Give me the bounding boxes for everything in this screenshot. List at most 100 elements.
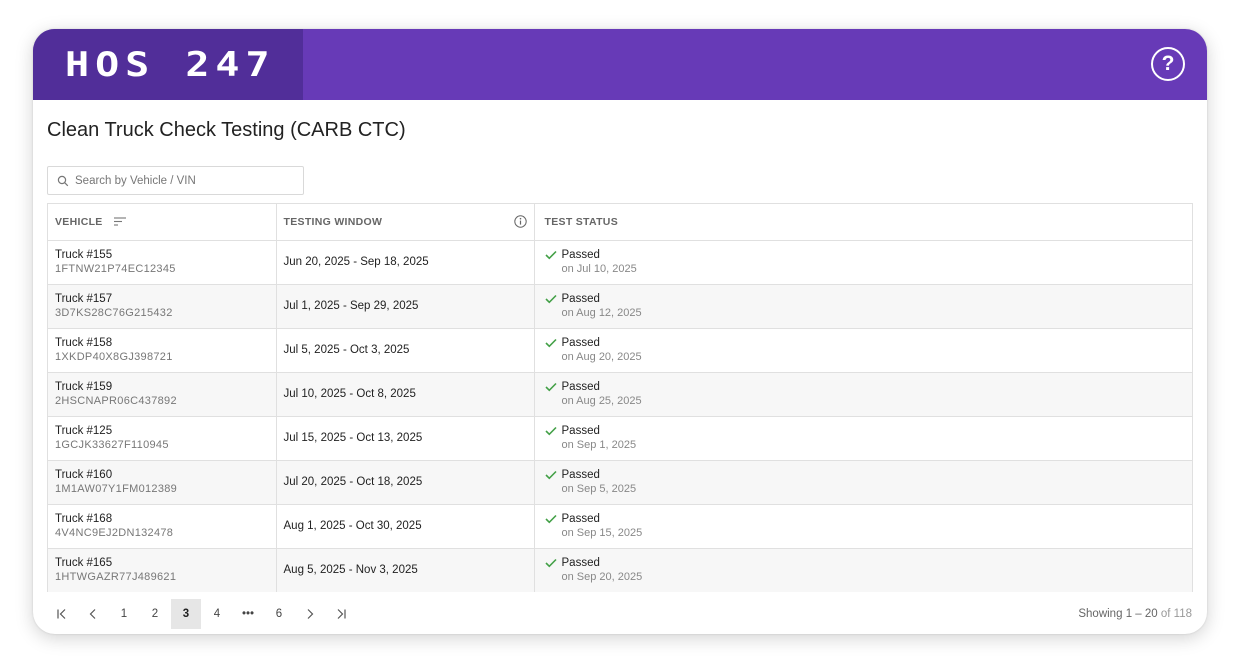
sort-icon[interactable] xyxy=(113,217,126,227)
status-date: on Aug 12, 2025 xyxy=(561,306,642,319)
check-icon xyxy=(544,426,557,435)
vehicle-table: VEHICLE TESTING WINDOW TEST STATUS Truck… xyxy=(47,203,1193,592)
page-number-button[interactable]: 2 xyxy=(140,599,170,629)
table-row[interactable]: Truck #125 1GCJK33627F110945 Jul 15, 202… xyxy=(48,416,1192,461)
showing-range: 1 – 20 xyxy=(1125,608,1158,620)
column-header-testing-window[interactable]: TESTING WINDOW xyxy=(276,204,535,241)
vehicle-vin: 3D7KS28C76G215432 xyxy=(55,306,173,319)
testing-window-cell: Jul 20, 2025 - Oct 18, 2025 xyxy=(276,460,535,505)
test-status-cell: Passed on Aug 12, 2025 xyxy=(534,284,1192,329)
vehicle-name: Truck #155 xyxy=(55,248,113,261)
testing-window-cell: Jul 5, 2025 - Oct 3, 2025 xyxy=(276,328,535,373)
status-label: Passed xyxy=(561,556,600,569)
testing-window: Aug 5, 2025 - Nov 3, 2025 xyxy=(283,564,418,577)
status-date: on Sep 1, 2025 xyxy=(561,438,637,451)
page-number-button[interactable]: 1 xyxy=(109,599,139,629)
vehicle-vin: 1XKDP40X8GJ398721 xyxy=(55,350,173,363)
first-page-icon xyxy=(57,609,66,619)
status-label: Passed xyxy=(561,292,600,305)
status-date: on Sep 15, 2025 xyxy=(561,526,643,539)
status-label: Passed xyxy=(561,424,600,437)
page-number-button[interactable]: 6 xyxy=(264,599,294,629)
last-page-icon xyxy=(337,609,346,619)
vehicle-cell: Truck #157 3D7KS28C76G215432 xyxy=(48,284,277,329)
showing-total: of 118 xyxy=(1160,608,1192,620)
column-header-status-label: TEST STATUS xyxy=(544,215,618,228)
vehicle-cell: Truck #168 4V4NC9EJ2DN132478 xyxy=(48,504,277,549)
table-row[interactable]: Truck #158 1XKDP40X8GJ398721 Jul 5, 2025… xyxy=(48,328,1192,373)
testing-window-cell: Aug 5, 2025 - Nov 3, 2025 xyxy=(276,548,535,592)
help-icon[interactable]: ? xyxy=(1151,47,1185,81)
check-icon xyxy=(544,382,557,391)
logo[interactable]: HOS 247 xyxy=(33,29,303,100)
table-row[interactable]: Truck #165 1HTWGAZR77J489621 Aug 5, 2025… xyxy=(48,548,1192,592)
vehicle-cell: Truck #155 1FTNW21P74EC12345 xyxy=(48,240,277,285)
status-label: Passed xyxy=(561,512,600,525)
testing-window: Aug 1, 2025 - Oct 30, 2025 xyxy=(283,520,422,532)
search-icon xyxy=(57,175,69,186)
testing-window: Jul 10, 2025 - Oct 8, 2025 xyxy=(283,388,416,400)
test-status-cell: Passed on Sep 1, 2025 xyxy=(534,416,1192,461)
pagination: 1 2 3 4 ••• 6 xyxy=(47,599,357,629)
testing-window-cell: Aug 1, 2025 - Oct 30, 2025 xyxy=(276,504,535,549)
vehicle-name: Truck #158 xyxy=(55,336,113,349)
showing-prefix: Showing xyxy=(1078,608,1123,620)
testing-window-cell: Jul 10, 2025 - Oct 8, 2025 xyxy=(276,372,535,417)
test-status-cell: Passed on Sep 15, 2025 xyxy=(534,504,1192,549)
test-status-cell: Passed on Sep 20, 2025 xyxy=(534,548,1192,592)
status-label: Passed xyxy=(561,380,600,393)
table-row[interactable]: Truck #159 2HSCNAPR06C437892 Jul 10, 202… xyxy=(48,372,1192,417)
testing-window-cell: Jul 15, 2025 - Oct 13, 2025 xyxy=(276,416,535,461)
last-page-button[interactable] xyxy=(326,599,356,629)
testing-window-cell: Jul 1, 2025 - Sep 29, 2025 xyxy=(276,284,535,329)
column-header-test-status[interactable]: TEST STATUS xyxy=(534,204,1192,241)
testing-window: Jul 20, 2025 - Oct 18, 2025 xyxy=(283,476,423,488)
search-input[interactable] xyxy=(75,174,295,187)
page-number-button[interactable]: 4 xyxy=(202,599,232,629)
first-page-button[interactable] xyxy=(47,599,77,629)
status-date: on Sep 20, 2025 xyxy=(561,570,643,583)
vehicle-name: Truck #157 xyxy=(55,292,113,305)
vehicle-cell: Truck #165 1HTWGAZR77J489621 xyxy=(48,548,277,592)
check-icon xyxy=(544,514,557,523)
test-status-cell: Passed on Aug 20, 2025 xyxy=(534,328,1192,373)
next-page-button[interactable] xyxy=(295,599,325,629)
page-title: Clean Truck Check Testing (CARB CTC) xyxy=(47,119,406,141)
column-header-vehicle-label: VEHICLE xyxy=(55,215,103,228)
status-label: Passed xyxy=(561,248,600,261)
page-number-button[interactable]: 3 xyxy=(171,599,201,629)
table-row[interactable]: Truck #168 4V4NC9EJ2DN132478 Aug 1, 2025… xyxy=(48,504,1192,549)
testing-window-cell: Jun 20, 2025 - Sep 18, 2025 xyxy=(276,240,535,285)
check-icon xyxy=(544,250,557,259)
search-box[interactable] xyxy=(47,166,304,195)
vehicle-name: Truck #125 xyxy=(55,424,113,437)
test-status-cell: Passed on Sep 5, 2025 xyxy=(534,460,1192,505)
app-window: HOS 247 ? Clean Truck Check Testing (CAR… xyxy=(33,29,1207,634)
testing-window: Jul 5, 2025 - Oct 3, 2025 xyxy=(283,344,410,356)
column-header-vehicle[interactable]: VEHICLE xyxy=(48,204,277,241)
check-icon xyxy=(544,338,557,347)
pagination-ellipsis[interactable]: ••• xyxy=(233,599,263,629)
status-label: Passed xyxy=(561,468,600,481)
previous-page-button[interactable] xyxy=(78,599,108,629)
vehicle-cell: Truck #158 1XKDP40X8GJ398721 xyxy=(48,328,277,373)
vehicle-vin: 1HTWGAZR77J489621 xyxy=(55,570,177,583)
table-row[interactable]: Truck #160 1M1AW07Y1FM012389 Jul 20, 202… xyxy=(48,460,1192,505)
check-icon xyxy=(544,294,557,303)
status-date: on Aug 20, 2025 xyxy=(561,350,642,363)
info-icon[interactable] xyxy=(513,215,527,228)
logo-text: HOS 247 xyxy=(65,44,276,85)
table-row[interactable]: Truck #157 3D7KS28C76G215432 Jul 1, 2025… xyxy=(48,284,1192,329)
status-date: on Sep 5, 2025 xyxy=(561,482,637,495)
status-label: Passed xyxy=(561,336,600,349)
vehicle-vin: 2HSCNAPR06C437892 xyxy=(55,394,177,407)
table-row[interactable]: Truck #155 1FTNW21P74EC12345 Jun 20, 202… xyxy=(48,240,1192,285)
testing-window: Jun 20, 2025 - Sep 18, 2025 xyxy=(283,256,429,268)
test-status-cell: Passed on Aug 25, 2025 xyxy=(534,372,1192,417)
top-bar: HOS 247 ? xyxy=(33,29,1207,100)
vehicle-vin: 1GCJK33627F110945 xyxy=(55,438,169,451)
vehicle-vin: 1M1AW07Y1FM012389 xyxy=(55,482,178,495)
chevron-right-icon xyxy=(307,609,314,619)
testing-window: Jul 15, 2025 - Oct 13, 2025 xyxy=(283,432,423,444)
check-icon xyxy=(544,470,557,479)
